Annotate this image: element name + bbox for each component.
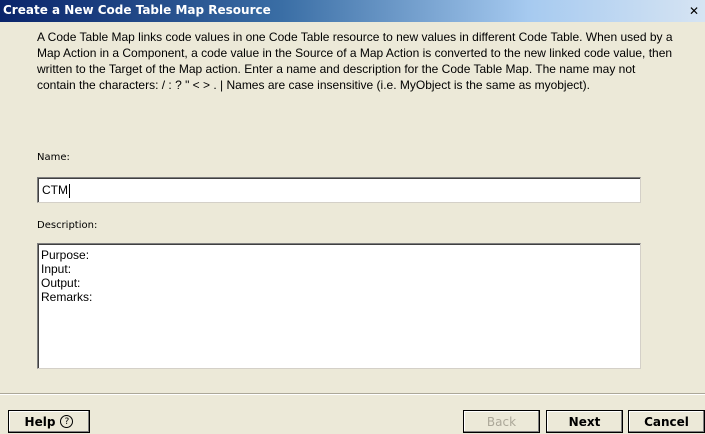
next-button[interactable]: Next bbox=[546, 410, 623, 433]
description-line: Purpose: bbox=[41, 248, 90, 262]
intro-description: A Code Table Map links code values in on… bbox=[37, 30, 673, 92]
description-line: Input: bbox=[41, 262, 72, 276]
name-value: CTM bbox=[42, 183, 68, 197]
dialog-title: Create a New Code Table Map Resource bbox=[3, 3, 271, 17]
cancel-button[interactable]: Cancel bbox=[628, 410, 705, 433]
back-button[interactable]: Back bbox=[463, 410, 540, 433]
name-label: Name: bbox=[37, 152, 70, 163]
close-icon[interactable]: ✕ bbox=[686, 3, 702, 18]
help-button-label: Help bbox=[24, 414, 56, 429]
footer-separator bbox=[0, 393, 705, 395]
name-input[interactable]: CTM bbox=[37, 177, 641, 203]
text-caret bbox=[69, 183, 70, 198]
create-code-table-map-dialog: Create a New Code Table Map Resource ✕ A… bbox=[0, 0, 705, 434]
description-line: Remarks: bbox=[41, 290, 93, 304]
description-line: Output: bbox=[41, 276, 81, 290]
description-textarea[interactable]: Purpose: Input: Output: Remarks: bbox=[37, 243, 641, 369]
description-label: Description: bbox=[37, 220, 98, 231]
help-icon: ? bbox=[60, 415, 74, 428]
title-bar: Create a New Code Table Map Resource ✕ bbox=[0, 0, 705, 22]
help-button[interactable]: Help ? bbox=[8, 410, 90, 433]
